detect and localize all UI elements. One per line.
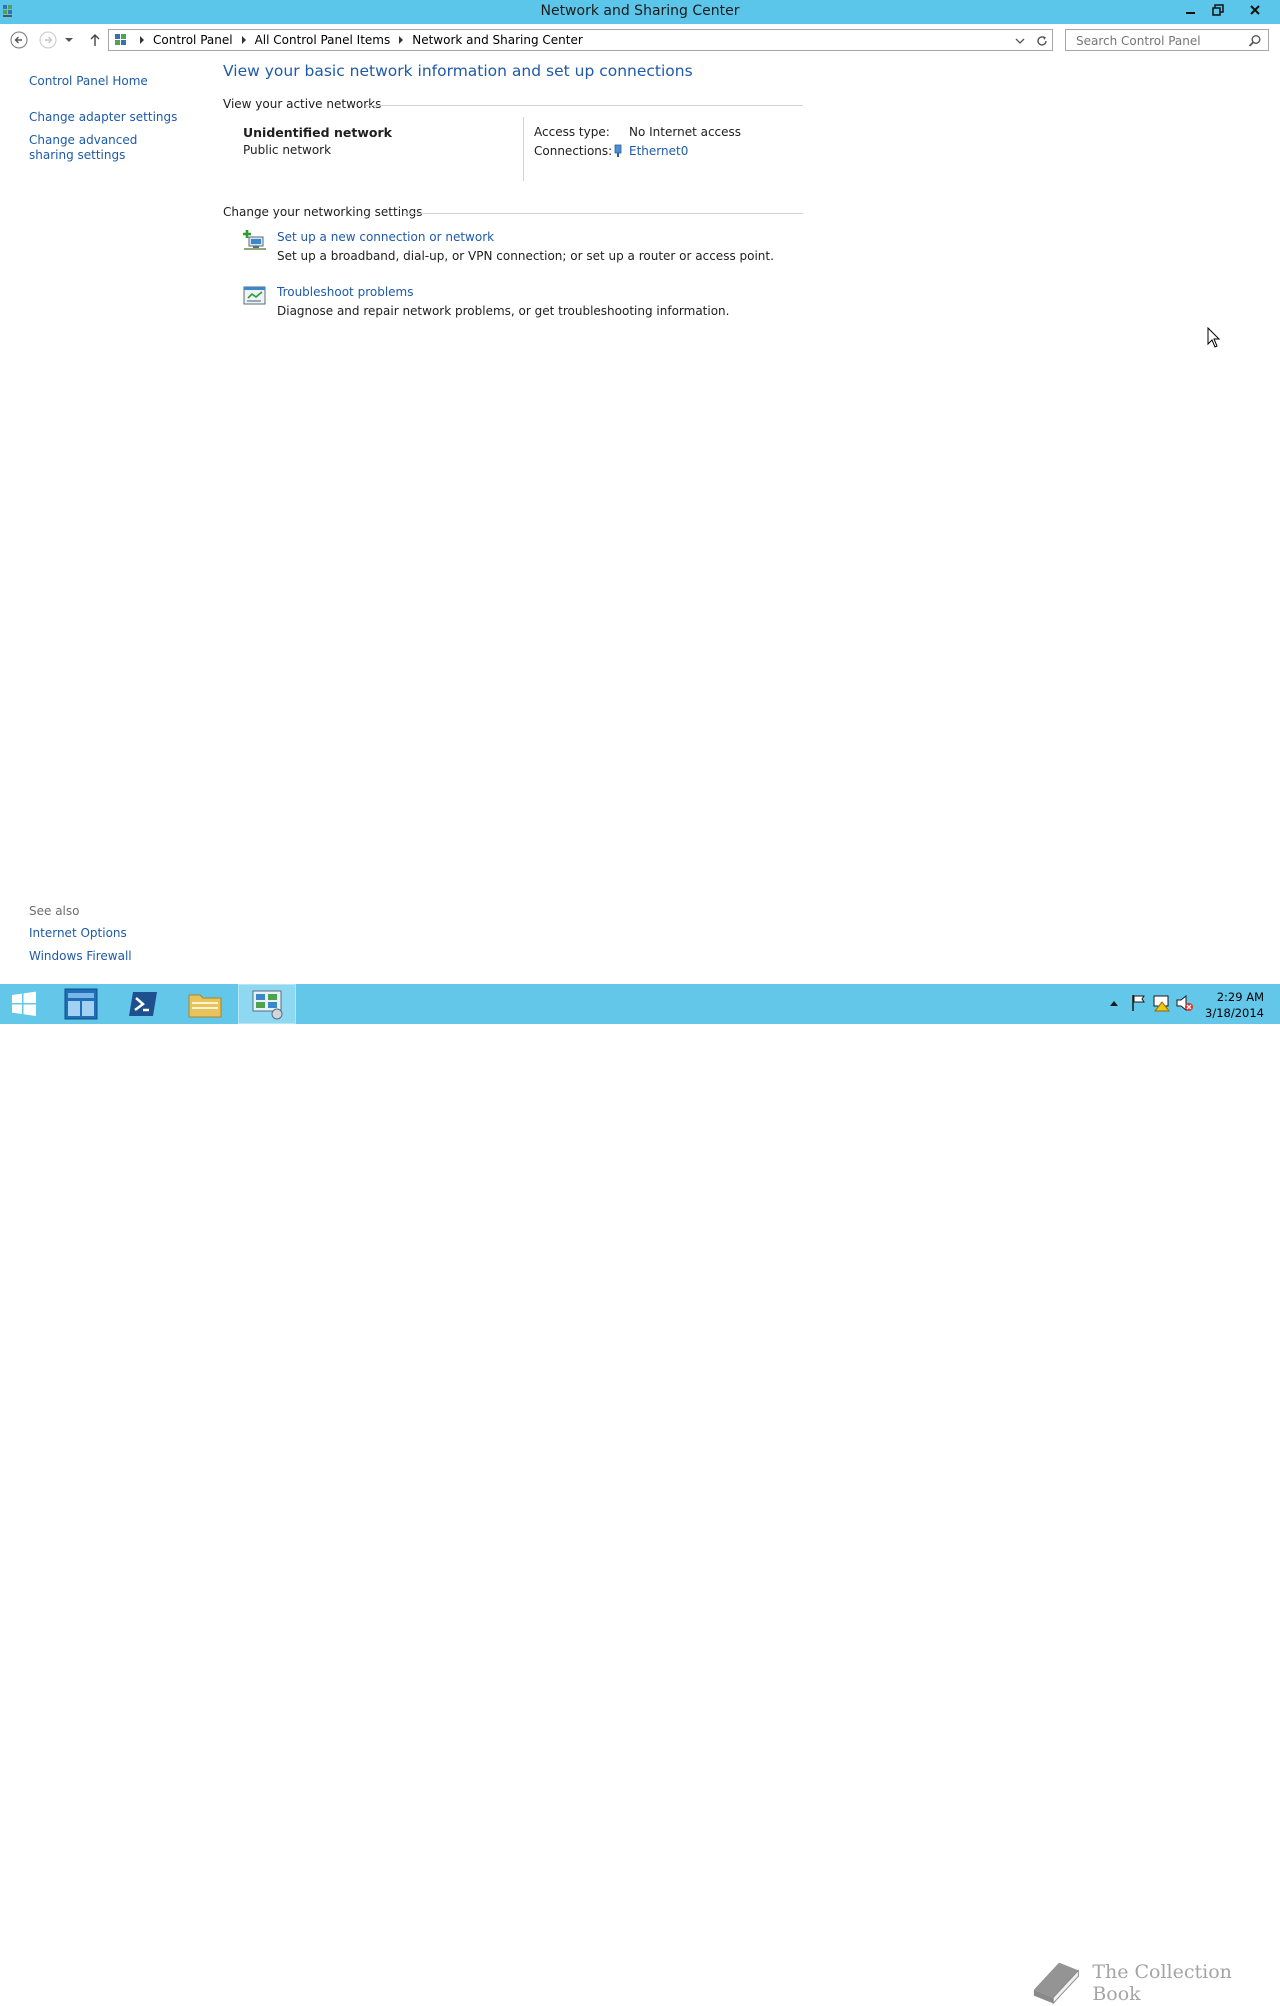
address-bar[interactable]: Control Panel All Control Panel Items Ne… [108, 29, 1053, 51]
see-also-section: See also Internet Options Windows Firewa… [29, 904, 132, 972]
server-manager-icon [64, 988, 98, 1020]
server-manager-taskbar-button[interactable] [56, 984, 106, 1024]
active-networks-section-header: View your active networks [223, 97, 803, 113]
divider [403, 213, 803, 214]
watermark: The Collection Book [1030, 1960, 1280, 2006]
restore-icon [1212, 4, 1224, 16]
setup-new-connection-link[interactable]: Set up a new connection or network [277, 230, 494, 244]
back-arrow-icon [10, 31, 28, 49]
breadcrumb: Control Panel All Control Panel Items Ne… [115, 33, 583, 47]
troubleshoot-problems-link[interactable]: Troubleshoot problems [277, 285, 413, 299]
book-icon [1033, 1962, 1079, 2005]
network-name: Unidentified network [243, 125, 392, 140]
close-button[interactable] [1232, 0, 1278, 20]
search-icon[interactable] [1248, 34, 1262, 48]
speaker-muted-icon[interactable] [1175, 994, 1193, 1012]
clock[interactable]: 2:29 AM 3/18/2014 [1205, 989, 1264, 1021]
change-settings-header-text: Change your networking settings [223, 205, 423, 219]
clock-time: 2:29 AM [1216, 990, 1264, 1004]
windows-firewall-link[interactable]: Windows Firewall [29, 949, 132, 964]
refresh-icon[interactable] [1035, 34, 1049, 48]
search-input[interactable] [1074, 32, 1248, 50]
connections-label: Connections: [534, 144, 613, 158]
internet-options-link[interactable]: Internet Options [29, 926, 132, 941]
control-panel-icon [252, 990, 283, 1020]
minimize-button[interactable] [1178, 0, 1204, 20]
search-box[interactable] [1065, 29, 1269, 51]
network-type-link[interactable]: Public network [243, 143, 331, 157]
ethernet-icon [614, 144, 622, 157]
title-bar: Network and Sharing Center [0, 0, 1280, 24]
window-title: Network and Sharing Center [540, 3, 740, 19]
clock-date: 3/18/2014 [1205, 1006, 1264, 1020]
action-center-flag-icon[interactable] [1131, 994, 1147, 1012]
address-history-chevron-icon[interactable] [1015, 36, 1025, 46]
taskbar: The Collection Book 2:29 AM 3/18/2014 [0, 984, 1280, 2005]
windows-logo-icon [12, 991, 36, 1016]
minimize-icon [1186, 12, 1195, 14]
up-button[interactable] [85, 30, 105, 50]
mouse-cursor-icon [1207, 327, 1221, 348]
forward-arrow-icon [39, 31, 57, 49]
control-panel-taskbar-button[interactable] [238, 984, 296, 1024]
forward-button[interactable] [38, 30, 58, 50]
chevron-down-icon [65, 38, 73, 42]
breadcrumb-separator-icon[interactable] [241, 36, 246, 44]
see-also-header: See also [29, 904, 80, 918]
system-tray [1105, 984, 1195, 1024]
back-button[interactable] [9, 30, 29, 50]
file-explorer-taskbar-button[interactable] [180, 984, 230, 1024]
breadcrumb-control-panel[interactable]: Control Panel [153, 33, 233, 47]
access-type-value: No Internet access [629, 125, 742, 139]
network-warning-icon[interactable] [1153, 994, 1171, 1012]
powershell-icon [129, 992, 157, 1016]
navigation-bar: Control Panel All Control Panel Items Ne… [0, 28, 1280, 54]
control-panel-home-link[interactable]: Control Panel Home [29, 74, 209, 89]
new-connection-icon [243, 230, 266, 250]
restore-button[interactable] [1205, 0, 1231, 20]
watermark-text: The Collection Book [1092, 1961, 1232, 2005]
ethernet0-connection-link[interactable]: Ethernet0 [629, 144, 688, 158]
access-type-label: Access type: [534, 125, 610, 139]
active-networks-header-text: View your active networks [223, 97, 382, 111]
setup-connection-task: Set up a new connection or network Set u… [223, 229, 803, 284]
divider [366, 105, 803, 106]
divider [523, 117, 524, 181]
troubleshoot-problems-description: Diagnose and repair network problems, or… [277, 304, 730, 318]
show-hidden-icons-icon[interactable] [1109, 999, 1119, 1007]
main-content: View your basic network information and … [223, 62, 803, 339]
change-settings-section-header: Change your networking settings [223, 205, 803, 221]
page-title: View your basic network information and … [223, 62, 693, 80]
active-network-card: Unidentified network Public network Acce… [223, 117, 803, 195]
breadcrumb-network-and-sharing-center[interactable]: Network and Sharing Center [412, 33, 583, 47]
powershell-taskbar-button[interactable] [118, 984, 168, 1024]
close-icon [1250, 5, 1260, 15]
breadcrumb-separator-icon[interactable] [399, 36, 404, 44]
breadcrumb-all-control-panel-items[interactable]: All Control Panel Items [255, 33, 391, 47]
troubleshoot-task: Troubleshoot problems Diagnose and repai… [223, 284, 803, 339]
left-navigation-pane: Control Panel Home Change adapter settin… [29, 74, 209, 163]
control-panel-icon [115, 34, 126, 45]
start-button[interactable] [0, 984, 48, 1024]
troubleshoot-icon [243, 286, 266, 305]
setup-new-connection-description: Set up a broadband, dial-up, or VPN conn… [277, 249, 774, 263]
change-adapter-settings-link[interactable]: Change adapter settings [29, 110, 209, 125]
change-advanced-sharing-settings-link[interactable]: Change advanced sharing settings [29, 133, 179, 163]
recent-locations-button[interactable] [62, 30, 76, 50]
folder-icon [188, 994, 222, 1018]
breadcrumb-separator-icon[interactable] [140, 36, 144, 44]
up-arrow-icon [90, 34, 100, 46]
